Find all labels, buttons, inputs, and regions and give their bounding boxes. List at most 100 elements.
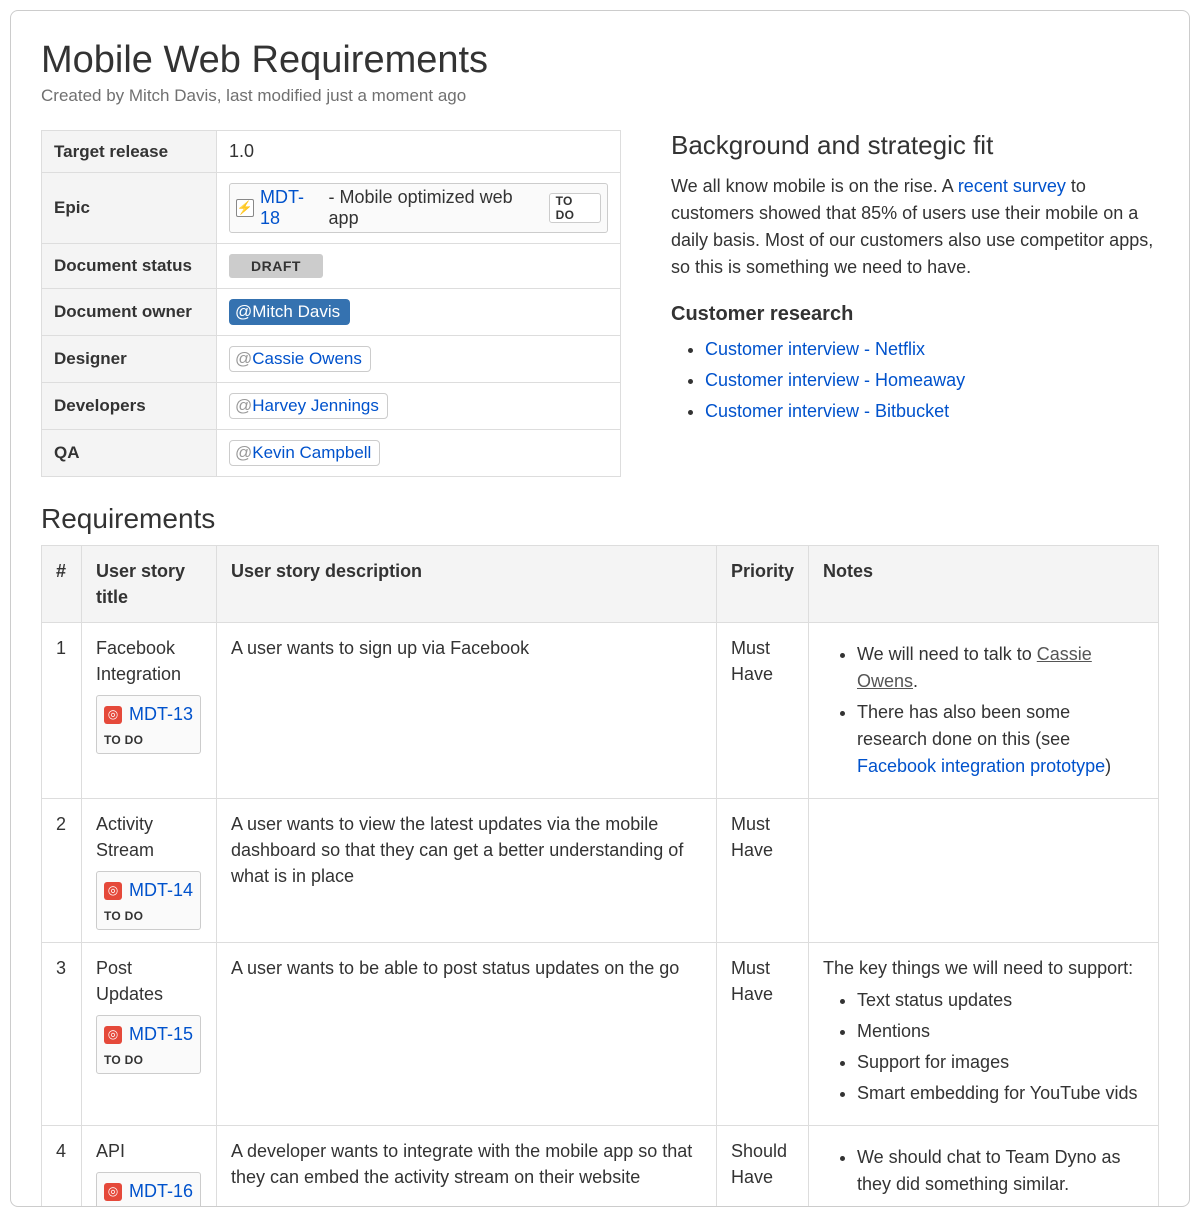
research-link[interactable]: Customer interview - Netflix (705, 339, 925, 359)
col-priority: Priority (716, 546, 808, 623)
list-item: Text status updates (857, 987, 1144, 1014)
col-desc: User story description (217, 546, 717, 623)
research-link[interactable]: Customer interview - Bitbucket (705, 401, 949, 421)
col-num: # (42, 546, 82, 623)
story-description: A user wants to view the latest updates … (217, 799, 717, 943)
info-label: Epic (42, 173, 217, 244)
story-priority: Must Have (716, 623, 808, 799)
story-icon: ◎ (104, 882, 122, 900)
issue-key-link[interactable]: MDT-14 (129, 881, 193, 901)
table-row: 3Post Updates◎ MDT-15TO DOA user wants t… (42, 943, 1159, 1126)
table-row: 2 Activity Stream ◎ MDT-14 TO DO A user want… (42, 799, 1159, 943)
story-notes: The key things we will need to support: T… (809, 943, 1159, 1126)
issue-key-link[interactable]: MDT-13 (129, 705, 193, 725)
story-icon: ◎ (104, 706, 122, 724)
story-priority: Must Have (716, 799, 808, 943)
row-num: 2 (42, 799, 82, 943)
row-num: 1 (42, 623, 82, 799)
table-row: QA @Kevin Campbell (42, 430, 621, 477)
page-title: Mobile Web Requirements (41, 39, 1159, 82)
list-item: Customer interview - Bitbucket (705, 398, 1159, 425)
story-title: Post Updates (96, 955, 202, 1007)
page-container: Mobile Web Requirements Created by Mitch… (10, 10, 1190, 1207)
notes-list: We will need to talk to Cassie Owens.The… (823, 641, 1144, 780)
story-title-cell: Post Updates◎ MDT-15TO DO (82, 943, 217, 1126)
info-table: Target release 1.0 Epic ⚡ MDT-18 - Mobil… (41, 130, 621, 477)
list-item: Mentions (857, 1018, 1144, 1045)
epic-summary: - Mobile optimized web app (329, 187, 543, 229)
info-label: QA (42, 430, 217, 477)
issue-box[interactable]: ◎ MDT-15TO DO (96, 1015, 201, 1074)
info-label: Developers (42, 383, 217, 430)
story-title-cell: Activity Stream ◎ MDT-14 TO DO (82, 799, 217, 943)
user-mention-owner[interactable]: @Mitch Davis (229, 299, 350, 325)
table-row: Designer @Cassie Owens (42, 336, 621, 383)
issue-box[interactable]: ◎ MDT-16TO DO (96, 1172, 201, 1207)
requirements-table: # User story title User story descriptio… (41, 545, 1159, 1207)
story-description: A user wants to sign up via Facebook (217, 623, 717, 799)
status-badge: TO DO (549, 193, 601, 223)
background-heading: Background and strategic fit (671, 130, 1159, 161)
row-num: 3 (42, 943, 82, 1126)
story-title-cell: API ◎ MDT-16TO DO (82, 1126, 217, 1207)
issue-key-link[interactable]: MDT-16 (129, 1181, 193, 1201)
info-label: Target release (42, 131, 217, 173)
research-links-list: Customer interview - Netflix Customer in… (671, 336, 1159, 425)
notes-list: Text status updates Mentions Support for i… (823, 987, 1144, 1107)
epic-icon: ⚡ (236, 199, 254, 217)
status-badge: TO DO (104, 1052, 193, 1069)
issue-box[interactable]: ◎ MDT-13 TO DO (96, 695, 201, 754)
table-row: Epic ⚡ MDT-18 - Mobile optimized web app… (42, 173, 621, 244)
story-priority: Must Have (716, 943, 808, 1126)
target-release-value: 1.0 (217, 131, 621, 173)
story-icon: ◎ (104, 1183, 122, 1201)
col-notes: Notes (809, 546, 1159, 623)
story-notes: We will need to talk to Cassie Owens.The… (809, 623, 1159, 799)
notes-intro: The key things we will need to support: (823, 955, 1144, 981)
table-row: Developers @Harvey Jennings (42, 383, 621, 430)
user-mention-designer[interactable]: @Cassie Owens (229, 346, 371, 372)
story-description: A user wants to be able to post status u… (217, 943, 717, 1126)
story-notes: We should chat to Team Dyno as they did … (809, 1126, 1159, 1207)
page-meta: Created by Mitch Davis, last modified ju… (41, 86, 1159, 106)
story-title-cell: Facebook Integration ◎ MDT-13 TO DO (82, 623, 217, 799)
research-link[interactable]: Customer interview - Homeaway (705, 370, 965, 390)
table-row: Target release 1.0 (42, 131, 621, 173)
issue-key-link[interactable]: MDT-15 (129, 1024, 193, 1044)
story-description: A developer wants to integrate with the … (217, 1126, 717, 1207)
list-item: Customer interview - Homeaway (705, 367, 1159, 394)
info-label: Document owner (42, 289, 217, 336)
list-item: Support for images (857, 1049, 1144, 1076)
story-title: API (96, 1138, 202, 1164)
user-mention-qa[interactable]: @Kevin Campbell (229, 440, 380, 466)
status-badge: TO DO (104, 732, 193, 749)
list-item: We will need to talk to Cassie Owens. (857, 641, 1144, 695)
notes-link[interactable]: Facebook integration prototype (857, 756, 1105, 776)
user-mention-developer[interactable]: @Harvey Jennings (229, 393, 388, 419)
status-badge: TO DO (104, 908, 193, 925)
info-label: Designer (42, 336, 217, 383)
story-title: Facebook Integration (96, 635, 202, 687)
requirements-heading: Requirements (41, 503, 1159, 535)
table-row: Document owner @Mitch Davis (42, 289, 621, 336)
table-row: 1 Facebook Integration ◎ MDT-13 TO DO A user… (42, 623, 1159, 799)
story-notes (809, 799, 1159, 943)
story-priority: Should Have (716, 1126, 808, 1207)
recent-survey-link[interactable]: recent survey (958, 176, 1066, 196)
list-item: Customer interview - Netflix (705, 336, 1159, 363)
epic-key-link[interactable]: MDT-18 (260, 187, 323, 229)
story-title: Activity Stream (96, 811, 202, 863)
research-heading: Customer research (671, 303, 1159, 326)
table-row: 4API◎ MDT-16TO DOA developer wants to in… (42, 1126, 1159, 1207)
issue-box[interactable]: ◎ MDT-14 TO DO (96, 871, 201, 930)
notes-list: We should chat to Team Dyno as they did … (823, 1144, 1144, 1198)
info-label: Document status (42, 244, 217, 289)
list-item: Smart embedding for YouTube vids (857, 1080, 1144, 1107)
list-item: There has also been some research done o… (857, 699, 1144, 780)
list-item: We should chat to Team Dyno as they did … (857, 1144, 1144, 1198)
draft-badge: DRAFT (229, 254, 323, 278)
user-mention-text[interactable]: Cassie Owens (857, 644, 1092, 691)
background-paragraph: We all know mobile is on the rise. A rec… (671, 173, 1159, 281)
col-title: User story title (82, 546, 217, 623)
epic-issue-box[interactable]: ⚡ MDT-18 - Mobile optimized web app TO D… (229, 183, 608, 233)
